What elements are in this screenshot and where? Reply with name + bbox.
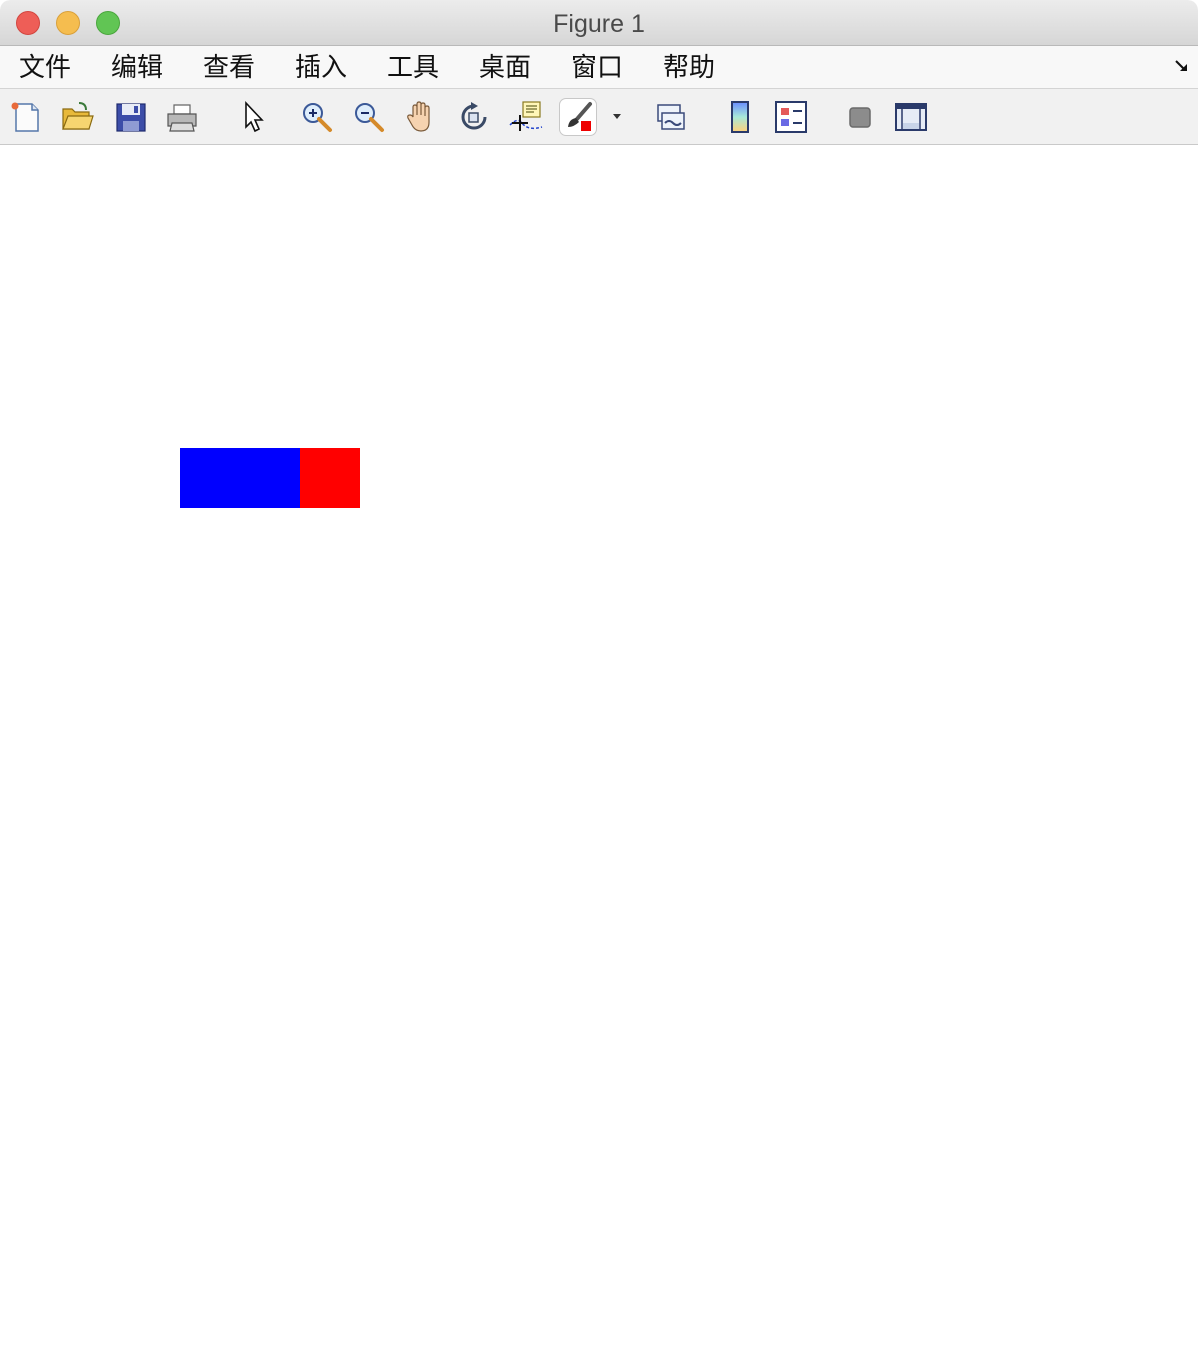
menu-insert[interactable]: 插入 (295, 46, 347, 88)
pan-hand-icon[interactable] (404, 99, 440, 135)
print-icon[interactable] (164, 99, 200, 135)
title-bar[interactable]: Figure 1 (0, 0, 1198, 46)
brush-icon[interactable] (560, 99, 596, 135)
red-rectangle[interactable] (300, 448, 360, 508)
data-cursor-icon[interactable] (508, 99, 544, 135)
figure-window: Figure 1 文件 编辑 查看 插入 工具 桌面 窗口 帮助 (0, 0, 1198, 1346)
menu-bar: 文件 编辑 查看 插入 工具 桌面 窗口 帮助 (0, 46, 1198, 89)
figure-canvas[interactable] (0, 145, 1198, 1346)
hide-plot-tools-icon[interactable] (842, 99, 878, 135)
menu-help[interactable]: 帮助 (663, 46, 715, 88)
menu-tools[interactable]: 工具 (387, 46, 439, 88)
figure-toolbar (0, 89, 1198, 145)
open-file-icon[interactable] (59, 99, 95, 135)
rotate-3d-icon[interactable] (456, 99, 492, 135)
zoom-in-icon[interactable] (299, 99, 335, 135)
menu-desktop[interactable]: 桌面 (479, 46, 531, 88)
link-plot-icon[interactable] (653, 99, 689, 135)
edit-plot-arrow-icon[interactable] (236, 99, 272, 135)
window-title: Figure 1 (553, 10, 645, 38)
save-icon[interactable] (113, 99, 149, 135)
brush-dropdown-arrow-icon[interactable] (610, 111, 624, 121)
colorbar-icon[interactable] (722, 99, 758, 135)
dock-arrow-icon[interactable] (1174, 58, 1190, 74)
menu-file[interactable]: 文件 (19, 46, 71, 88)
new-figure-icon[interactable] (8, 99, 44, 135)
zoom-out-icon[interactable] (351, 99, 387, 135)
blue-rectangle[interactable] (180, 448, 300, 508)
menu-view[interactable]: 查看 (203, 46, 255, 88)
legend-icon[interactable] (773, 99, 809, 135)
show-plot-tools-icon[interactable] (893, 99, 929, 135)
menu-window[interactable]: 窗口 (571, 46, 623, 88)
menu-edit[interactable]: 编辑 (111, 46, 163, 88)
